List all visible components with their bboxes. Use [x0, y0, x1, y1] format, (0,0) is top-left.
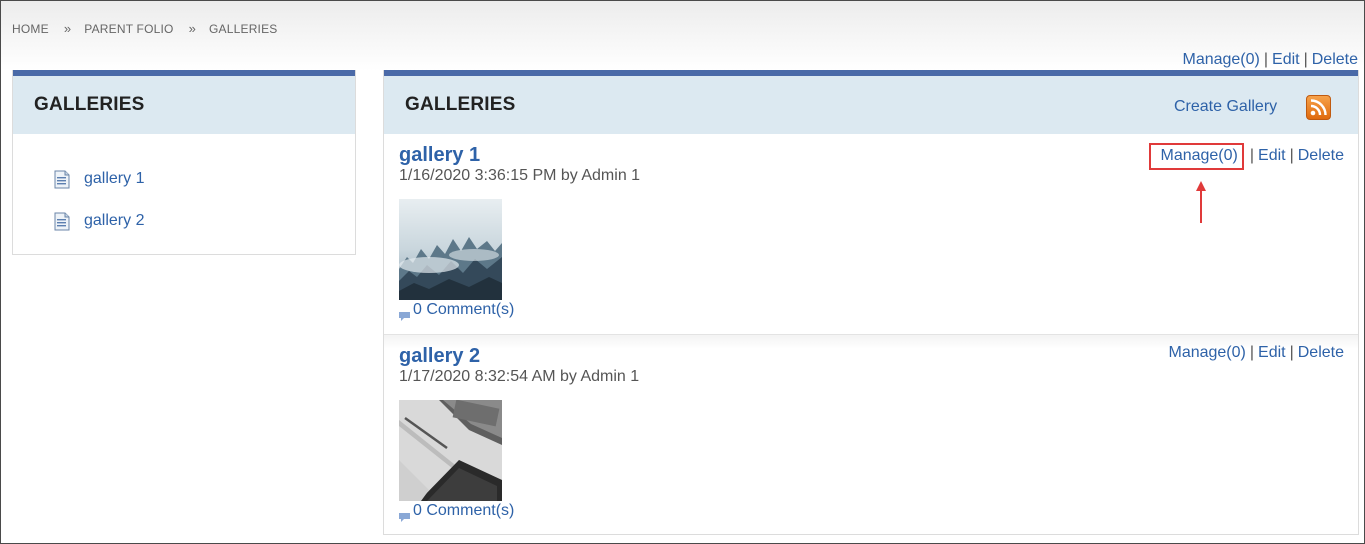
right-panel-header: GALLERIES Create Gallery [384, 70, 1358, 134]
separator-pipe: | [1303, 51, 1308, 68]
gallery-entry: gallery 2 1/17/2020 8:32:54 AM by Admin … [384, 334, 1358, 534]
comments-link[interactable]: 0 Comment(s) [413, 301, 514, 319]
right-panel-title: GALLERIES [405, 94, 516, 115]
gallery-entry: gallery 1 1/16/2020 3:36:15 PM by Admin … [384, 134, 1358, 334]
gallery-thumbnail[interactable] [399, 400, 502, 501]
separator-pipe: | [1263, 51, 1269, 68]
comment-icon [399, 308, 410, 321]
left-panel-title: GALLERIES [34, 94, 145, 115]
top-actions: Manage(0) | Edit | Delete [1182, 51, 1358, 69]
manage-link[interactable]: Manage(0) [1160, 147, 1237, 164]
manage-highlight-box: Manage(0) [1149, 143, 1244, 170]
edit-link[interactable]: Edit [1258, 344, 1286, 361]
document-icon [53, 170, 71, 189]
create-gallery-link[interactable]: Create Gallery [1174, 98, 1277, 116]
separator-pipe: | [1289, 344, 1294, 361]
separator-pipe: | [1289, 147, 1294, 164]
comment-icon [399, 509, 410, 522]
gallery-list-label[interactable]: gallery 1 [84, 170, 144, 188]
gallery-title-link[interactable]: gallery 2 [399, 345, 480, 368]
separator-pipe: | [1249, 147, 1255, 164]
left-panel-header: GALLERIES [13, 70, 355, 134]
breadcrumb-parent-folio[interactable]: PARENT FOLIO [84, 22, 173, 36]
annotation-arrow-icon [1196, 181, 1206, 223]
gallery-meta: 1/16/2020 3:36:15 PM by Admin 1 [399, 167, 641, 184]
comments-link[interactable]: 0 Comment(s) [413, 502, 514, 520]
delete-link[interactable]: Delete [1312, 51, 1358, 68]
gallery-list-item[interactable]: gallery 1 [53, 158, 355, 200]
comments-link-row[interactable]: 0 Comment(s) [399, 301, 514, 321]
edit-link[interactable]: Edit [1258, 147, 1286, 164]
document-icon [53, 212, 71, 231]
gallery-list-item[interactable]: gallery 2 [53, 200, 355, 242]
left-galleries-panel: GALLERIES gallery 1 gallery 2 [12, 70, 356, 255]
comments-link-row[interactable]: 0 Comment(s) [399, 502, 514, 522]
delete-link[interactable]: Delete [1298, 344, 1344, 361]
gallery-meta: 1/17/2020 8:32:54 AM by Admin 1 [399, 368, 640, 385]
gallery-actions: Manage(0) | Edit | Delete [1149, 143, 1344, 170]
breadcrumb-galleries[interactable]: GALLERIES [209, 22, 278, 36]
gallery-thumbnail[interactable] [399, 199, 502, 300]
edit-link[interactable]: Edit [1272, 51, 1300, 68]
delete-link[interactable]: Delete [1298, 147, 1344, 164]
gallery-title-link[interactable]: gallery 1 [399, 144, 480, 167]
rss-icon[interactable] [1306, 95, 1331, 120]
breadcrumb: HOME » PARENT FOLIO » GALLERIES [12, 21, 278, 36]
separator-pipe: | [1249, 344, 1255, 361]
right-galleries-panel: GALLERIES Create Gallery gallery 1 1/16/… [383, 70, 1359, 535]
breadcrumb-home[interactable]: HOME [12, 22, 49, 36]
breadcrumb-separator: » [188, 21, 196, 36]
manage-link[interactable]: Manage(0) [1168, 344, 1245, 361]
page-frame: HOME » PARENT FOLIO » GALLERIES Manage(0… [0, 0, 1365, 544]
gallery-list-label[interactable]: gallery 2 [84, 212, 144, 230]
gallery-actions: Manage(0) | Edit | Delete [1168, 344, 1344, 362]
breadcrumb-separator: » [63, 21, 72, 36]
gallery-list: gallery 1 gallery 2 [13, 134, 355, 242]
manage-link[interactable]: Manage(0) [1182, 51, 1259, 68]
